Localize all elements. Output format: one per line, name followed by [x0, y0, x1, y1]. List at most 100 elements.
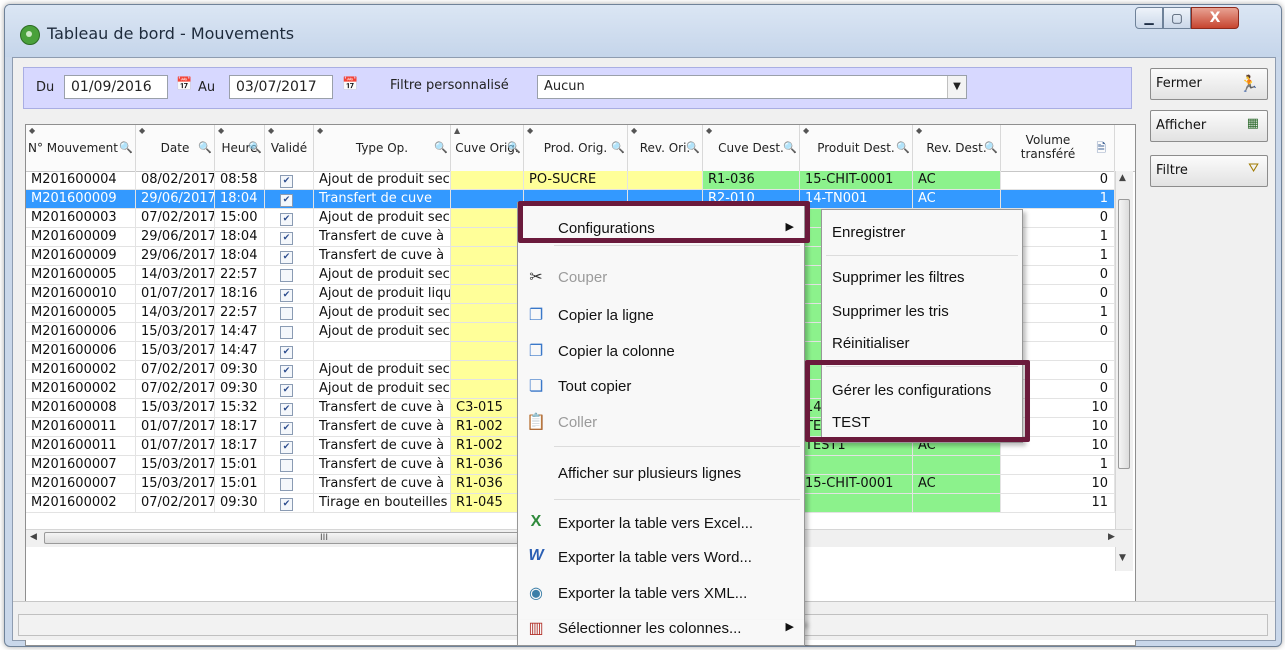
- table-cell[interactable]: 15/03/2017: [136, 456, 215, 474]
- table-cell[interactable]: R1-002: [451, 418, 524, 436]
- column-header[interactable]: ▲ Cuve Orig. 🔍: [451, 125, 524, 171]
- table-cell[interactable]: M201600010: [26, 285, 136, 303]
- filtre-button[interactable]: Filtre ⛛: [1150, 155, 1268, 187]
- checkbox[interactable]: ✔: [280, 498, 293, 511]
- table-cell[interactable]: M201600003: [26, 209, 136, 227]
- checkbox[interactable]: [280, 307, 293, 320]
- table-cell[interactable]: R1-036: [451, 475, 524, 493]
- table-cell[interactable]: AC: [913, 171, 1001, 189]
- valide-cell[interactable]: ✔: [265, 342, 314, 360]
- table-cell[interactable]: M201600006: [26, 323, 136, 341]
- search-icon[interactable]: 🔍: [119, 141, 133, 154]
- table-cell[interactable]: Tirage en bouteilles: [314, 494, 451, 512]
- table-cell[interactable]: Transfert de cuve à: [314, 228, 451, 246]
- search-icon[interactable]: 🔍: [434, 141, 448, 154]
- table-cell[interactable]: [451, 190, 524, 208]
- table-cell[interactable]: M201600004: [26, 171, 136, 189]
- table-cell[interactable]: 29/06/2017: [136, 190, 215, 208]
- table-cell[interactable]: 29/06/2017: [136, 228, 215, 246]
- scroll-up-icon[interactable]: ▲: [1119, 173, 1126, 183]
- table-cell[interactable]: 18:17: [215, 418, 265, 436]
- table-cell[interactable]: 08/02/2017: [136, 171, 215, 189]
- column-header[interactable]: ◆ Cuve Dest. 🔍: [703, 125, 800, 171]
- table-cell[interactable]: Transfert de cuve à: [314, 475, 451, 493]
- table-cell[interactable]: AC: [913, 190, 1001, 208]
- table-cell[interactable]: 14/03/2017: [136, 266, 215, 284]
- table-cell[interactable]: M201600005: [26, 266, 136, 284]
- filtre-select[interactable]: Aucun ▼: [537, 75, 967, 99]
- valide-cell[interactable]: ✔: [265, 190, 314, 208]
- table-cell[interactable]: 14/03/2017: [136, 304, 215, 322]
- search-icon[interactable]: 🔍: [248, 141, 262, 154]
- checkbox[interactable]: [280, 326, 293, 339]
- vertical-scrollbar[interactable]: ▲ ▼: [1115, 171, 1133, 571]
- column-header[interactable]: ◆ N° Mouvement 🔍: [26, 125, 136, 171]
- table-cell[interactable]: 11: [1001, 494, 1115, 512]
- column-header[interactable]: ◆ Rev. Ori. 🔍: [628, 125, 703, 171]
- du-date-field[interactable]: 01/09/2016: [64, 75, 168, 99]
- scroll-right-icon[interactable]: ▶: [1108, 532, 1115, 542]
- table-cell[interactable]: Transfert de cuve à: [314, 437, 451, 455]
- table-cell[interactable]: Ajout de produit sec: [314, 209, 451, 227]
- table-cell[interactable]: Transfert de cuve: [314, 190, 451, 208]
- checkbox[interactable]: [280, 269, 293, 282]
- table-cell[interactable]: Ajout de produit sec: [314, 380, 451, 398]
- table-cell[interactable]: [451, 380, 524, 398]
- table-cell[interactable]: 15:32: [215, 399, 265, 417]
- table-cell[interactable]: R1-002: [451, 437, 524, 455]
- table-cell[interactable]: 18:04: [215, 190, 265, 208]
- valide-cell[interactable]: [265, 456, 314, 474]
- table-cell[interactable]: [451, 342, 524, 360]
- table-cell[interactable]: 18:17: [215, 437, 265, 455]
- checkbox[interactable]: ✔: [280, 232, 293, 245]
- table-cell[interactable]: 15/03/2017: [136, 323, 215, 341]
- search-icon[interactable]: 🔍: [198, 141, 212, 154]
- fermer-button[interactable]: Fermer 🏃: [1150, 68, 1268, 100]
- table-cell[interactable]: Ajout de produit sec: [314, 171, 451, 189]
- checkbox[interactable]: ✔: [280, 384, 293, 397]
- table-cell[interactable]: M201600007: [26, 475, 136, 493]
- table-cell[interactable]: 22:57: [215, 266, 265, 284]
- column-header[interactable]: Volume transféré 🗎: [1001, 125, 1115, 171]
- table-cell[interactable]: M201600008: [26, 399, 136, 417]
- table-cell[interactable]: 0: [1001, 171, 1115, 189]
- valide-cell[interactable]: ✔: [265, 247, 314, 265]
- valide-cell[interactable]: [265, 475, 314, 493]
- valide-cell[interactable]: ✔: [265, 437, 314, 455]
- checkbox[interactable]: ✔: [280, 441, 293, 454]
- checkbox[interactable]: ✔: [280, 251, 293, 264]
- table-cell[interactable]: R1-036: [703, 171, 800, 189]
- maximize-button[interactable]: ▢: [1163, 7, 1191, 29]
- table-cell[interactable]: 15-CHIT-0001: [800, 475, 913, 493]
- valide-cell[interactable]: ✔: [265, 361, 314, 379]
- table-cell[interactable]: M201600006: [26, 342, 136, 360]
- table-cell[interactable]: [451, 228, 524, 246]
- column-header[interactable]: ◆ Produit Dest. 🔍: [800, 125, 913, 171]
- table-cell[interactable]: M201600005: [26, 304, 136, 322]
- table-cell[interactable]: Ajout de produit sec: [314, 323, 451, 341]
- table-cell[interactable]: [451, 323, 524, 341]
- table-cell[interactable]: [314, 342, 451, 360]
- calendar-icon[interactable]: 📅: [176, 77, 194, 95]
- table-cell[interactable]: 01/07/2017: [136, 437, 215, 455]
- checkbox[interactable]: ✔: [280, 346, 293, 359]
- valide-cell[interactable]: ✔: [265, 380, 314, 398]
- valide-cell[interactable]: [265, 323, 314, 341]
- table-cell[interactable]: M201600007: [26, 456, 136, 474]
- table-cell[interactable]: 07/02/2017: [136, 361, 215, 379]
- column-config-icon[interactable]: 🗎: [1096, 139, 1106, 160]
- table-cell[interactable]: 29/06/2017: [136, 247, 215, 265]
- search-icon[interactable]: 🔍: [896, 141, 910, 154]
- table-row[interactable]: M201600004 08/02/2017 08:58 ✔ Ajout de produ…: [26, 171, 1126, 190]
- table-cell[interactable]: 1: [1001, 456, 1115, 474]
- table-cell[interactable]: [628, 171, 703, 189]
- table-cell[interactable]: 1: [1001, 190, 1115, 208]
- table-cell[interactable]: 07/02/2017: [136, 209, 215, 227]
- table-cell[interactable]: 01/07/2017: [136, 418, 215, 436]
- table-cell[interactable]: [913, 494, 1001, 512]
- table-cell[interactable]: 22:57: [215, 304, 265, 322]
- table-cell[interactable]: R1-036: [451, 456, 524, 474]
- table-cell[interactable]: 09:30: [215, 494, 265, 512]
- table-cell[interactable]: M201600002: [26, 361, 136, 379]
- table-cell[interactable]: 09:30: [215, 361, 265, 379]
